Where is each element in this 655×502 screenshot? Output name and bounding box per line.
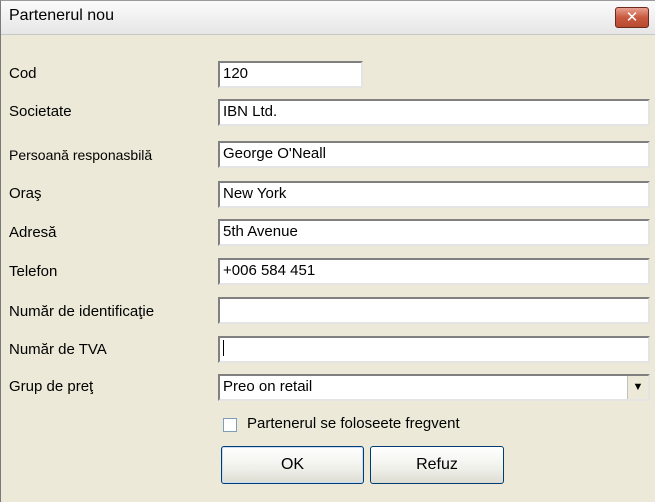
numar-identificatie-input[interactable] <box>218 297 650 324</box>
label-persoana-responsabila: Persoană responasbilă <box>9 147 153 163</box>
label-oras: Oraş <box>9 185 42 202</box>
close-icon[interactable]: ✕ <box>615 7 649 28</box>
persoana-responsabila-input[interactable]: George O'Neall <box>218 141 650 168</box>
frequent-partner-label[interactable]: Partenerul se foloseete fregvent <box>247 415 460 432</box>
societate-input[interactable]: IBN Ltd. <box>218 99 650 126</box>
text-caret <box>223 340 224 357</box>
label-adresa: Adresă <box>9 224 57 241</box>
grup-pret-select[interactable]: Preo on retail ▼ <box>218 374 650 401</box>
cod-input[interactable]: 120 <box>218 61 363 88</box>
label-societate: Societate <box>9 103 72 120</box>
adresa-input[interactable]: 5th Avenue <box>218 219 650 246</box>
ok-button[interactable]: OK <box>221 446 364 484</box>
grup-pret-selected: Preo on retail <box>223 378 313 395</box>
title-bar[interactable]: Partenerul nou ✕ <box>1 1 655 35</box>
dialog-window: Partenerul nou ✕ Cod 120 Societate IBN L… <box>0 0 655 502</box>
numar-tva-input[interactable] <box>218 336 650 363</box>
frequent-partner-checkbox[interactable] <box>223 418 237 432</box>
label-telefon: Telefon <box>9 263 58 280</box>
chevron-down-icon[interactable]: ▼ <box>627 376 648 399</box>
oras-input[interactable]: New York <box>218 181 650 208</box>
cancel-button[interactable]: Refuz <box>370 446 504 484</box>
label-numar-tva: Număr de TVA <box>9 341 107 358</box>
label-numar-identificatie: Număr de identificaţie <box>9 303 155 320</box>
label-cod: Cod <box>9 65 37 82</box>
label-grup-pret: Grup de preţ <box>9 378 94 395</box>
window-title: Partenerul nou <box>9 7 114 24</box>
telefon-input[interactable]: +006 584 451 <box>218 258 650 285</box>
